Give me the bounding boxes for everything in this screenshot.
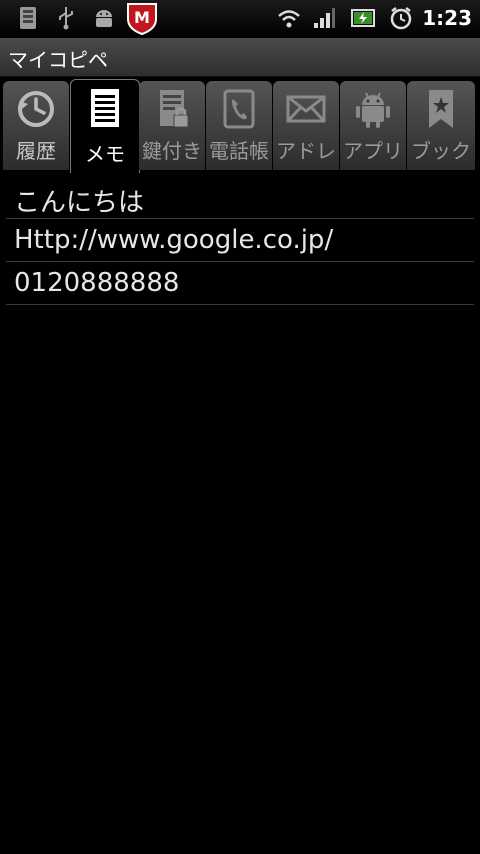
tab-label: 履歴: [16, 139, 56, 163]
tab-bar: 履歴 メモ 鍵付き 電話帳 アドレ アプリ ブック: [0, 77, 480, 173]
tab-bookmark[interactable]: ブック: [407, 81, 475, 170]
tab-apps[interactable]: アプリ: [340, 81, 406, 170]
tab-label: 電話帳: [209, 139, 269, 163]
memo-icon: [85, 86, 125, 134]
tab-label: ブック: [411, 139, 471, 163]
list-item[interactable]: 0120888888: [6, 262, 474, 305]
tab-memo[interactable]: メモ: [70, 79, 140, 173]
locked-memo-icon: [152, 87, 192, 135]
history-icon: [14, 87, 58, 135]
status-time: 1:23: [422, 6, 472, 30]
status-bar: M 1:23: [0, 0, 480, 38]
tab-locked[interactable]: 鍵付き: [139, 81, 205, 170]
svg-text:M: M: [134, 8, 150, 27]
tab-label: メモ: [85, 142, 125, 166]
app-title: マイコピペ: [8, 48, 108, 72]
phonebook-icon: [219, 87, 259, 135]
title-bar: マイコピペ: [0, 38, 480, 77]
tab-label: アドレ: [276, 139, 336, 163]
alarm-clock-icon: [388, 5, 414, 35]
screen: M 1:23 マイコピペ 履歴 メモ 鍵付き 電話帳 アドレ アプリ ブック こ…: [0, 0, 480, 854]
battery-charging-icon: [350, 5, 378, 35]
wifi-icon: [276, 5, 302, 35]
tab-phonebook[interactable]: 電話帳: [206, 81, 272, 170]
list-item-text: 0120888888: [14, 268, 180, 298]
signal-icon: [312, 5, 336, 35]
list-item[interactable]: Http://www.google.co.jp/: [6, 219, 474, 262]
tab-address[interactable]: アドレ: [273, 81, 339, 170]
list-item[interactable]: こんにちは: [6, 176, 474, 219]
sd-card-icon: [18, 5, 38, 35]
android-app-icon: [353, 87, 393, 135]
tab-label: 鍵付き: [142, 139, 202, 163]
mcafee-icon: M: [126, 1, 158, 39]
memo-list: こんにちは Http://www.google.co.jp/ 012088888…: [0, 176, 480, 305]
list-item-text: Http://www.google.co.jp/: [14, 225, 334, 255]
tab-history[interactable]: 履歴: [3, 81, 69, 170]
android-debug-icon: [92, 5, 116, 35]
bookmark-icon: [421, 87, 461, 135]
list-item-text: こんにちは: [14, 188, 145, 218]
mail-icon: [284, 87, 328, 135]
usb-icon: [56, 5, 76, 35]
tab-label: アプリ: [343, 139, 403, 163]
